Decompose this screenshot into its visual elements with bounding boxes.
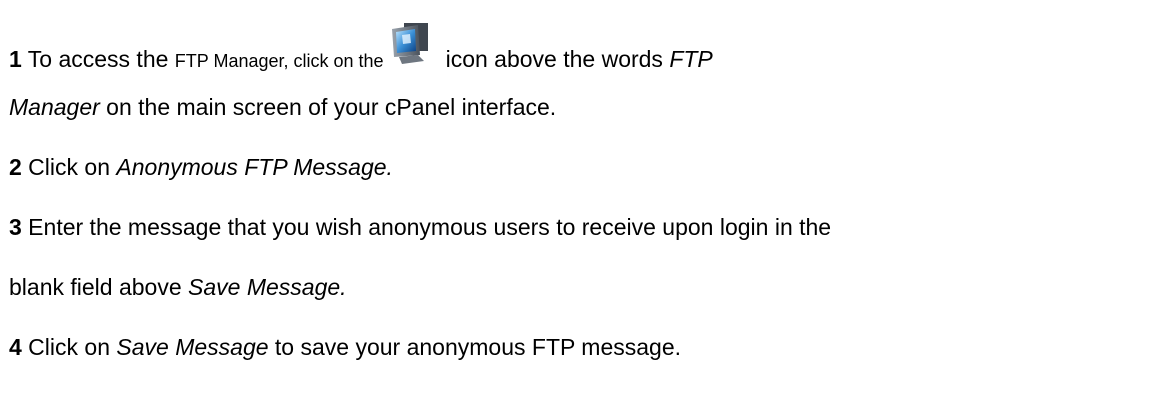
step-text: Enter the message that you wish anonymou… <box>21 214 832 240</box>
step-text: icon above the words <box>445 46 670 72</box>
step-text-small: FTP Manager, click on the <box>174 51 384 71</box>
step-2-line: 2 Click on Anonymous FTP Message. <box>9 153 393 181</box>
step-text: on the main screen of your cPanel interf… <box>99 94 557 120</box>
step-text: Click on <box>21 334 117 360</box>
step-text: to save your anonymous FTP message. <box>268 334 682 360</box>
step-text-italic: Save Message. <box>188 274 347 300</box>
step-text: To access the <box>21 46 175 72</box>
step-3-line-2: blank field above Save Message. <box>9 273 347 301</box>
document: 1 To access the FTP Manager, click on th… <box>0 0 1159 417</box>
step-1-line-2: Manager on the main screen of your cPane… <box>9 93 556 121</box>
step-text-italic: Manager <box>9 94 100 120</box>
step-number: 2 <box>9 154 22 180</box>
step-number: 3 <box>9 214 22 240</box>
step-number: 4 <box>9 334 22 360</box>
step-text-italic: FTP <box>669 46 713 72</box>
step-text: Click on <box>21 154 117 180</box>
step-4-line: 4 Click on Save Message to save your ano… <box>9 333 681 361</box>
ftp-manager-monitor-icon <box>390 21 434 65</box>
step-text-italic: Anonymous FTP Message. <box>116 154 393 180</box>
step-1-line-1: 1 To access the FTP Manager, click on th… <box>9 23 713 77</box>
step-number: 1 <box>9 46 22 72</box>
step-3-line-1: 3 Enter the message that you wish anonym… <box>9 213 831 241</box>
step-text: blank field above <box>9 274 189 300</box>
step-text-italic: Save Message <box>116 334 269 360</box>
